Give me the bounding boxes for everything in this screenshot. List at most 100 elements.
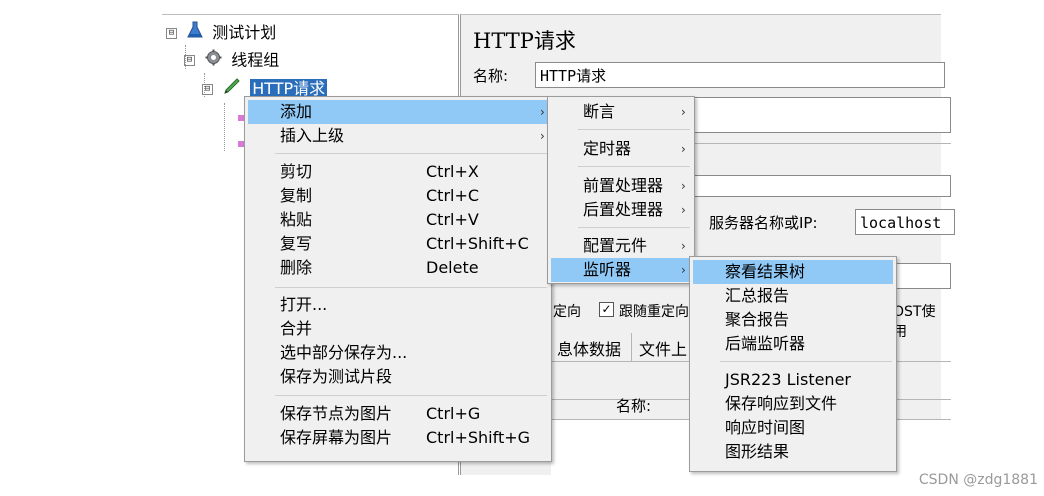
menu-item-save-selection-as[interactable]: 选中部分保存为... bbox=[248, 341, 548, 365]
menu-item-response-time-graph[interactable]: 响应时间图 bbox=[693, 416, 893, 440]
menu-item-label: 保存节点为图片 bbox=[280, 404, 393, 423]
menu-item-shortcut: Ctrl+C bbox=[426, 186, 480, 205]
menu-item-label: 图形结果 bbox=[725, 442, 790, 461]
menu-item-aggregate-report[interactable]: 聚合报告 bbox=[693, 308, 893, 332]
menu-item-config-element[interactable]: 配置元件 › bbox=[551, 234, 691, 258]
menu-item-shortcut: Ctrl+Shift+G bbox=[426, 428, 531, 447]
menu-item-summary-report[interactable]: 汇总报告 bbox=[693, 284, 893, 308]
submenu-arrow-icon: › bbox=[681, 142, 686, 156]
http-sampler-pen-icon bbox=[223, 77, 241, 101]
menu-item-label: 汇总报告 bbox=[725, 286, 790, 305]
menu-item-shortcut: Ctrl+X bbox=[426, 162, 479, 181]
submenu-arrow-icon: › bbox=[681, 239, 686, 253]
submenu-arrow-icon: › bbox=[681, 105, 686, 119]
submenu-arrow-icon: › bbox=[681, 203, 686, 217]
listener-submenu: 察看结果树 汇总报告 聚合报告 后端监听器 JSR223 Listener 保存… bbox=[689, 256, 897, 472]
menu-item-copy[interactable]: 复制 Ctrl+C bbox=[248, 184, 548, 208]
menu-item-label: 察看结果树 bbox=[725, 262, 806, 281]
menu-separator bbox=[578, 166, 690, 167]
menu-item-shortcut: Ctrl+Shift+C bbox=[426, 234, 529, 253]
menu-item-label: 定时器 bbox=[583, 139, 632, 158]
menu-item-label: 断言 bbox=[583, 102, 616, 121]
menu-item-label: 剪切 bbox=[280, 162, 313, 181]
menu-item-label: 合并 bbox=[280, 319, 313, 338]
tab-file-upload[interactable]: 文件上 bbox=[639, 336, 687, 360]
menu-item-label: 聚合报告 bbox=[725, 310, 790, 329]
protocol-input[interactable] bbox=[691, 175, 951, 197]
collapse-toggle-icon[interactable]: ⊟ bbox=[166, 27, 177, 39]
tree-connector bbox=[224, 103, 226, 151]
add-submenu: 断言 › 定时器 › 前置处理器 › 后置处理器 › 配置元件 › 监听器 › bbox=[547, 96, 695, 284]
menu-item-shortcut: Ctrl+G bbox=[426, 404, 481, 423]
tree-node-thread-group[interactable]: ⊟ 线程组 bbox=[184, 49, 279, 71]
menu-item-label: 响应时间图 bbox=[725, 418, 806, 437]
menu-item-label: 前置处理器 bbox=[583, 176, 664, 195]
follow-redirect-checkbox[interactable]: ✓ bbox=[599, 302, 614, 317]
tab-divider bbox=[631, 333, 632, 361]
menu-separator bbox=[275, 395, 547, 396]
tree-node-label: 测试计划 bbox=[212, 23, 277, 42]
menu-item-label: 保存屏幕为图片 bbox=[280, 428, 393, 447]
divider bbox=[691, 143, 951, 144]
menu-item-save-screen-image[interactable]: 保存屏幕为图片 Ctrl+Shift+G bbox=[248, 426, 548, 450]
menu-item-pre-processor[interactable]: 前置处理器 › bbox=[551, 174, 691, 198]
menu-item-shortcut: Delete bbox=[426, 258, 479, 277]
follow-redirect-label: 跟随重定向 bbox=[619, 304, 689, 320]
comments-input[interactable] bbox=[691, 97, 951, 133]
menu-item-cut[interactable]: 剪切 Ctrl+X bbox=[248, 160, 548, 184]
name-input[interactable]: HTTP请求 bbox=[535, 62, 945, 88]
menu-item-graph-results[interactable]: 图形结果 bbox=[693, 440, 893, 464]
menu-item-jsr223-listener[interactable]: JSR223 Listener bbox=[693, 368, 893, 392]
submenu-arrow-icon: › bbox=[681, 179, 686, 193]
menu-item-save-as-test-fragment[interactable]: 保存为测试片段 bbox=[248, 365, 548, 389]
menu-item-label: 保存为测试片段 bbox=[280, 367, 393, 386]
submenu-arrow-icon: › bbox=[540, 129, 545, 143]
watermark: CSDN @zdg1881 bbox=[918, 472, 1038, 488]
menu-separator bbox=[578, 129, 690, 130]
menu-item-backend-listener[interactable]: 后端监听器 bbox=[693, 332, 893, 356]
context-menu: 添加 › 插入上级 › 剪切 Ctrl+X 复制 Ctrl+C 粘贴 Ctrl+… bbox=[244, 96, 552, 462]
menu-item-label: 保存响应到文件 bbox=[725, 394, 838, 413]
menu-item-view-results-tree[interactable]: 察看结果树 bbox=[693, 260, 893, 284]
tree-node-test-plan[interactable]: ⊟ 测试计划 bbox=[166, 21, 276, 43]
menu-item-insert-parent[interactable]: 插入上级 › bbox=[248, 124, 548, 148]
menu-separator bbox=[720, 361, 892, 362]
tab-body-data[interactable]: 息体数据 bbox=[557, 336, 621, 360]
menu-item-label: 删除 bbox=[280, 258, 313, 277]
menu-separator bbox=[275, 287, 547, 288]
menu-item-duplicate[interactable]: 复写 Ctrl+Shift+C bbox=[248, 232, 548, 256]
submenu-arrow-icon: › bbox=[681, 263, 686, 277]
menu-item-label: 选中部分保存为... bbox=[280, 343, 408, 362]
menu-item-shortcut: Ctrl+V bbox=[426, 210, 479, 229]
server-label: 服务器名称或IP: bbox=[709, 214, 818, 232]
menu-item-merge[interactable]: 合并 bbox=[248, 317, 548, 341]
menu-item-label: JSR223 Listener bbox=[725, 370, 851, 389]
menu-separator bbox=[275, 153, 547, 154]
menu-item-timer[interactable]: 定时器 › bbox=[551, 137, 691, 161]
menu-item-label: 粘贴 bbox=[280, 210, 313, 229]
panel-title: HTTP请求 bbox=[473, 29, 576, 53]
menu-item-delete[interactable]: 删除 Delete bbox=[248, 256, 548, 280]
menu-item-label: 配置元件 bbox=[583, 236, 648, 255]
menu-separator bbox=[578, 227, 690, 228]
param-name-header: 名称: bbox=[616, 397, 652, 415]
menu-item-save-node-image[interactable]: 保存节点为图片 Ctrl+G bbox=[248, 402, 548, 426]
menu-item-label: 后置处理器 bbox=[583, 200, 664, 219]
menu-item-open[interactable]: 打开... bbox=[248, 293, 548, 317]
tree-node-label: 线程组 bbox=[231, 50, 280, 70]
menu-item-add[interactable]: 添加 › bbox=[248, 100, 548, 124]
menu-item-assertions[interactable]: 断言 › bbox=[551, 100, 691, 124]
server-input[interactable]: localhost bbox=[855, 209, 955, 235]
menu-item-label: 监听器 bbox=[583, 260, 632, 279]
menu-item-label: 打开... bbox=[280, 295, 328, 314]
menu-item-post-processor[interactable]: 后置处理器 › bbox=[551, 198, 691, 222]
menu-item-save-responses-to-file[interactable]: 保存响应到文件 bbox=[693, 392, 893, 416]
menu-item-listener[interactable]: 监听器 › bbox=[551, 258, 691, 282]
redirect-label: 定向 bbox=[553, 304, 581, 320]
test-plan-flask-icon bbox=[187, 21, 203, 45]
menu-item-label: 后端监听器 bbox=[725, 334, 806, 353]
collapse-toggle-icon[interactable]: ⊟ bbox=[202, 83, 213, 95]
collapse-toggle-icon[interactable]: ⊟ bbox=[184, 55, 195, 66]
submenu-arrow-icon: › bbox=[540, 105, 545, 119]
menu-item-paste[interactable]: 粘贴 Ctrl+V bbox=[248, 208, 548, 232]
